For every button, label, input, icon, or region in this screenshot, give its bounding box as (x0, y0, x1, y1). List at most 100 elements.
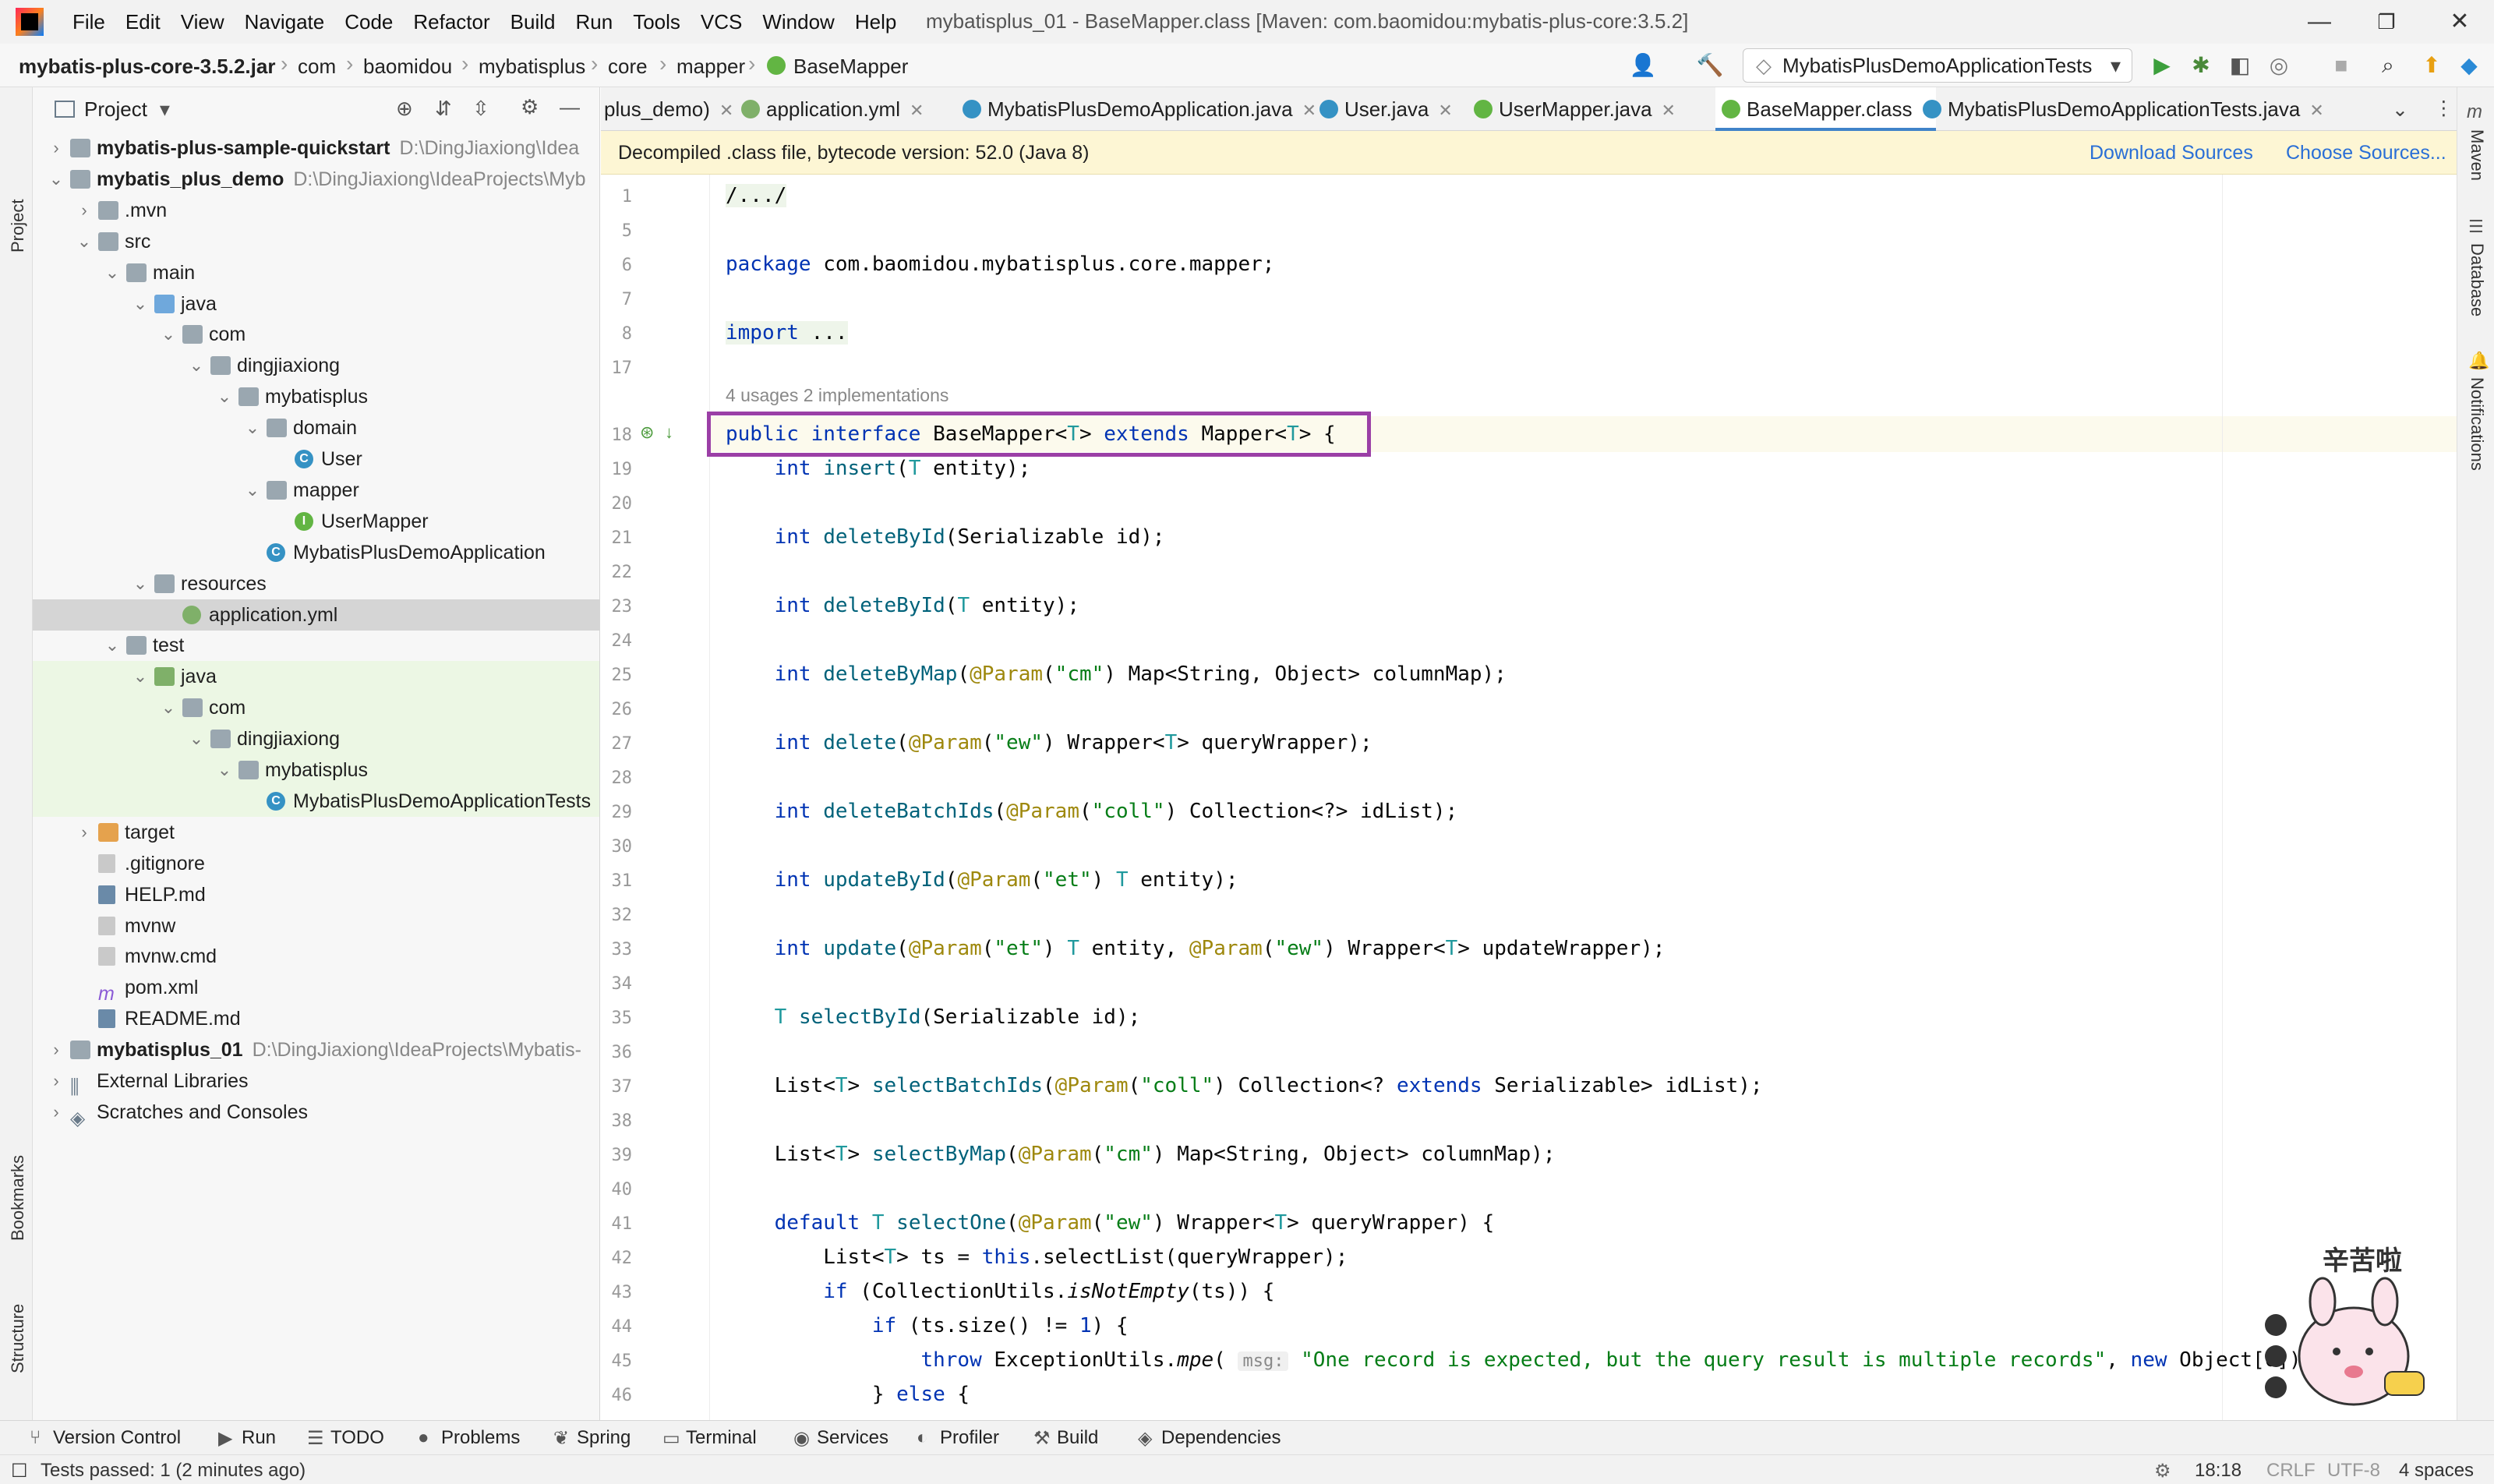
hide-panel-icon[interactable]: — (560, 95, 580, 119)
tool-window-button[interactable]: Terminal (686, 1427, 757, 1449)
close-tab-icon[interactable]: ✕ (1662, 101, 1676, 120)
usages-hint[interactable]: 4 usages 2 implementations (726, 385, 948, 406)
tree-item[interactable]: ⌄ mapper (33, 475, 599, 506)
choose-sources-link[interactable]: Choose Sources... (2286, 142, 2446, 164)
tree-item[interactable]: › ⫼ External Libraries (33, 1065, 599, 1098)
tree-item[interactable]: ⌄ dingjiaxiong (33, 350, 599, 381)
expand-all-icon[interactable]: ⇵ (435, 97, 452, 121)
breadcrumb-item[interactable]: core (608, 55, 648, 79)
editor-tab[interactable]: application.yml ✕ (735, 87, 924, 131)
chevron-right-icon[interactable]: › (47, 1065, 65, 1097)
chevron-down-icon[interactable]: ⌄ (215, 754, 234, 786)
chevron-down-icon[interactable]: ⌄ (159, 692, 178, 723)
tool-window-button[interactable]: Run (242, 1427, 276, 1449)
indent-setting[interactable]: 4 spaces (2399, 1460, 2474, 1482)
chevron-down-icon[interactable]: ⌄ (159, 319, 178, 350)
chevron-down-icon[interactable]: ⌄ (243, 475, 262, 506)
menu-run[interactable]: Run (565, 10, 623, 34)
tree-item[interactable]: .gitignore (33, 848, 599, 879)
chevron-right-icon[interactable]: › (47, 1097, 65, 1128)
tree-item[interactable]: application.yml (33, 599, 599, 631)
intellij-logo-icon[interactable] (16, 8, 44, 36)
close-tab-icon[interactable]: ✕ (719, 101, 733, 120)
run-icon[interactable]: ▶ (2148, 51, 2176, 80)
locate-icon[interactable]: ⊕ (396, 97, 413, 121)
tree-item[interactable]: ⌄ test (33, 630, 599, 661)
tree-item[interactable]: ⌄ main (33, 257, 599, 288)
tree-item[interactable]: ⌄ domain (33, 412, 599, 443)
chevron-down-icon[interactable]: ⌄ (103, 257, 122, 288)
breadcrumb-item[interactable]: BaseMapper (793, 55, 908, 79)
breadcrumb-item[interactable]: baomidou (363, 55, 452, 79)
profile-icon[interactable]: ◎ (2265, 51, 2293, 80)
tree-item[interactable]: HELP.md (33, 879, 599, 910)
coverage-icon[interactable]: ◧ (2226, 51, 2254, 80)
notifications-tool-tab[interactable]: Notifications (2467, 377, 2487, 471)
more-options-icon[interactable]: ⋮ (2434, 97, 2453, 120)
tree-item[interactable]: ⌄ mybatisplus (33, 381, 599, 412)
tree-item[interactable]: › mybatis-plus-sample-quickstart D:\DingJi… (33, 132, 599, 164)
update-icon[interactable]: ⬆ (2418, 51, 2446, 80)
tool-window-button[interactable]: Dependencies (1161, 1427, 1281, 1449)
tree-item[interactable]: ⌄ com (33, 692, 599, 724)
build-hammer-icon[interactable]: 🔨 (1696, 51, 1724, 80)
gear-icon[interactable]: ⚙ (521, 95, 539, 119)
menu-edit[interactable]: Edit (115, 10, 171, 34)
search-icon[interactable]: ⌕ (2374, 51, 2402, 80)
tool-window-button[interactable]: Problems (441, 1427, 520, 1449)
editor-tab[interactable]: UserMapper.java ✕ (1468, 87, 1676, 131)
chevron-down-icon[interactable]: ▾ (160, 97, 170, 122)
menu-help[interactable]: Help (845, 10, 906, 34)
tree-item[interactable]: › .mvn (33, 195, 599, 226)
run-configuration-select[interactable]: ◇ MybatisPlusDemoApplicationTests ▾ (1743, 48, 2132, 83)
caret-position[interactable]: 18:18 (2195, 1460, 2241, 1482)
editor-tab[interactable]: plus_demo) ✕ (601, 87, 733, 131)
chevron-right-icon[interactable]: › (47, 132, 65, 164)
menu-window[interactable]: Window (752, 10, 844, 34)
breadcrumb-item[interactable]: mapper (676, 55, 745, 79)
status-widget-icon[interactable]: ⚙ (2154, 1460, 2171, 1482)
structure-tool-tab[interactable]: Structure (8, 1304, 28, 1373)
maven-tool-tab[interactable]: Maven (2467, 129, 2487, 181)
project-panel-title[interactable]: Project (84, 97, 147, 122)
editor-tab[interactable]: MybatisPlusDemoApplication.java ✕ (956, 87, 1316, 131)
file-encoding[interactable]: UTF-8 (2327, 1460, 2380, 1482)
tree-item[interactable]: › ◈ Scratches and Consoles (33, 1097, 599, 1129)
editor-tab[interactable]: MybatisPlusDemoApplicationTests.java ✕ (1916, 87, 2324, 131)
tree-item[interactable]: m pom.xml (33, 972, 599, 1005)
chevron-right-icon[interactable]: › (75, 817, 94, 848)
tree-item[interactable]: I UserMapper (33, 506, 599, 537)
tool-window-button[interactable]: Profiler (940, 1427, 999, 1449)
chevron-down-icon[interactable]: ⌄ (131, 661, 150, 692)
tree-item[interactable]: › target (33, 817, 599, 848)
tree-item[interactable]: C User (33, 443, 599, 475)
tree-item[interactable]: ⌄ mybatis_plus_demo D:\DingJiaxiong\IdeaPr… (33, 164, 599, 195)
plugin-icon[interactable]: ◆ (2455, 51, 2483, 80)
bookmarks-tool-tab[interactable]: Bookmarks (8, 1155, 28, 1241)
tree-item[interactable]: ⌄ resources (33, 568, 599, 599)
chevron-right-icon[interactable]: › (75, 195, 94, 226)
menu-vcs[interactable]: VCS (691, 10, 752, 34)
chevron-down-icon[interactable]: ⌄ (2392, 98, 2408, 122)
implementations-gutter-icon[interactable]: ↓ (665, 422, 673, 443)
status-message[interactable]: Tests passed: 1 (2 minutes ago) (41, 1460, 306, 1482)
close-window-button[interactable]: ✕ (2444, 6, 2475, 37)
breadcrumb-item[interactable]: mybatis-plus-core-3.5.2.jar (19, 55, 275, 79)
restore-button[interactable]: ❐ (2371, 6, 2402, 37)
close-tab-icon[interactable]: ✕ (2309, 101, 2323, 120)
tree-item[interactable]: README.md (33, 1003, 599, 1034)
editor-tab[interactable]: BaseMapper.class✕ (1715, 87, 1936, 131)
chevron-down-icon[interactable]: ⌄ (103, 630, 122, 661)
menu-navigate[interactable]: Navigate (235, 10, 335, 34)
tree-item[interactable]: C MybatisPlusDemoApplication (33, 537, 599, 568)
tree-item[interactable]: ⌄ dingjiaxiong (33, 723, 599, 755)
tool-window-button[interactable]: Build (1057, 1427, 1098, 1449)
close-tab-icon[interactable]: ✕ (1438, 101, 1452, 120)
user-icon[interactable]: 👤 (1629, 51, 1657, 80)
tree-item[interactable]: mvnw.cmd (33, 941, 599, 972)
breadcrumb-item[interactable]: com (298, 55, 336, 79)
tool-window-button[interactable]: Spring (577, 1427, 631, 1449)
tool-window-button[interactable]: Version Control (53, 1427, 181, 1449)
implemented-gutter-icon[interactable]: ⊛ (640, 422, 654, 443)
project-tool-tab[interactable]: Project (8, 200, 28, 253)
